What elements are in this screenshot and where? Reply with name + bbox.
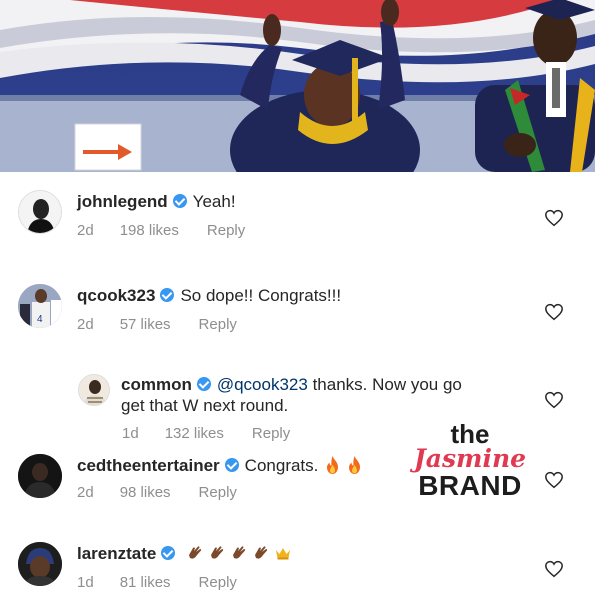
comment-text-continued: get that W next round. <box>121 396 289 415</box>
reply-button[interactable]: Reply <box>199 316 237 333</box>
username-link[interactable]: cedtheentertainer <box>77 456 220 475</box>
comment-time: 2d <box>77 222 94 239</box>
reply-button[interactable]: Reply <box>199 484 237 501</box>
comment-time: 2d <box>77 316 94 333</box>
comment-meta: 2d 98 likes Reply <box>77 484 263 501</box>
watermark-the: the <box>450 419 490 449</box>
mention-link[interactable]: @qcook323 <box>217 375 308 394</box>
comment-body: qcook323 So dope!! Congrats!!! <box>77 285 341 306</box>
heart-outline-icon[interactable] <box>544 560 564 578</box>
verified-badge-icon <box>160 288 175 302</box>
comment-time: 2d <box>77 484 94 501</box>
comment-meta: 2d 57 likes Reply <box>77 316 263 333</box>
comment-body: johnlegend Yeah! <box>77 191 236 212</box>
svg-text:4: 4 <box>37 314 43 325</box>
likes-count[interactable]: 57 likes <box>120 316 171 333</box>
clap-emoji-icon <box>255 546 268 559</box>
comment-meta: 1d 81 likes Reply <box>77 574 263 591</box>
avatar[interactable] <box>78 374 110 406</box>
post-photo <box>0 0 595 172</box>
avatar[interactable]: 4 <box>18 284 62 328</box>
comment-body: common @qcook323 thanks. Now you go <box>121 374 462 395</box>
avatar[interactable] <box>18 454 62 498</box>
comment-text: thanks. Now you go <box>312 375 462 394</box>
reply-button[interactable]: Reply <box>199 574 237 591</box>
comment-larenztate: larenztate 1d 81 likes Reply <box>0 540 595 595</box>
comment-qcook323: 4 qcook323 So dope!! Congrats!!! 2d 57 lik… <box>0 282 595 342</box>
verified-badge-icon <box>172 194 187 208</box>
likes-count[interactable]: 98 likes <box>120 484 171 501</box>
fire-emoji-icon <box>327 456 339 474</box>
comment-meta: 1d 132 likes Reply <box>122 425 316 442</box>
likes-count[interactable]: 132 likes <box>165 425 224 442</box>
comment-body: cedtheentertainer Congrats. <box>77 455 362 476</box>
fire-emoji-icon <box>349 456 361 474</box>
watermark-logo: the Jasmine BRAND <box>407 419 533 501</box>
heart-outline-icon[interactable] <box>544 471 564 489</box>
username-link[interactable]: johnlegend <box>77 192 168 211</box>
heart-outline-icon[interactable] <box>544 303 564 321</box>
heart-outline-icon[interactable] <box>544 391 564 409</box>
username-link[interactable]: larenztate <box>77 544 156 563</box>
clap-emoji-icon <box>211 546 224 559</box>
watermark-jasmine: Jasmine <box>413 444 527 473</box>
avatar[interactable] <box>18 190 62 234</box>
comment-text: Yeah! <box>192 192 236 211</box>
reply-button[interactable]: Reply <box>252 425 290 442</box>
comment-body: larenztate <box>77 543 291 564</box>
heart-outline-icon[interactable] <box>544 209 564 227</box>
comment-text: So dope!! Congrats!!! <box>180 286 342 305</box>
comment-text: Congrats. <box>244 456 319 475</box>
comment-johnlegend: johnlegend Yeah! 2d 198 likes Reply <box>0 188 595 248</box>
username-link[interactable]: common <box>121 375 192 394</box>
verified-badge-icon <box>196 377 211 391</box>
crown-emoji-icon <box>276 548 291 560</box>
watermark-brand: BRAND <box>418 470 522 501</box>
comment-time: 1d <box>77 574 94 591</box>
reply-button[interactable]: Reply <box>207 222 245 239</box>
clap-emoji-icon <box>189 546 202 559</box>
likes-count[interactable]: 198 likes <box>120 222 179 239</box>
clap-emoji-icon <box>233 546 246 559</box>
verified-badge-icon <box>224 458 239 472</box>
username-link[interactable]: qcook323 <box>77 286 155 305</box>
verified-badge-icon <box>161 546 176 560</box>
comment-time: 1d <box>122 425 139 442</box>
avatar[interactable] <box>18 542 62 586</box>
likes-count[interactable]: 81 likes <box>120 574 171 591</box>
comment-meta: 2d 198 likes Reply <box>77 222 271 239</box>
